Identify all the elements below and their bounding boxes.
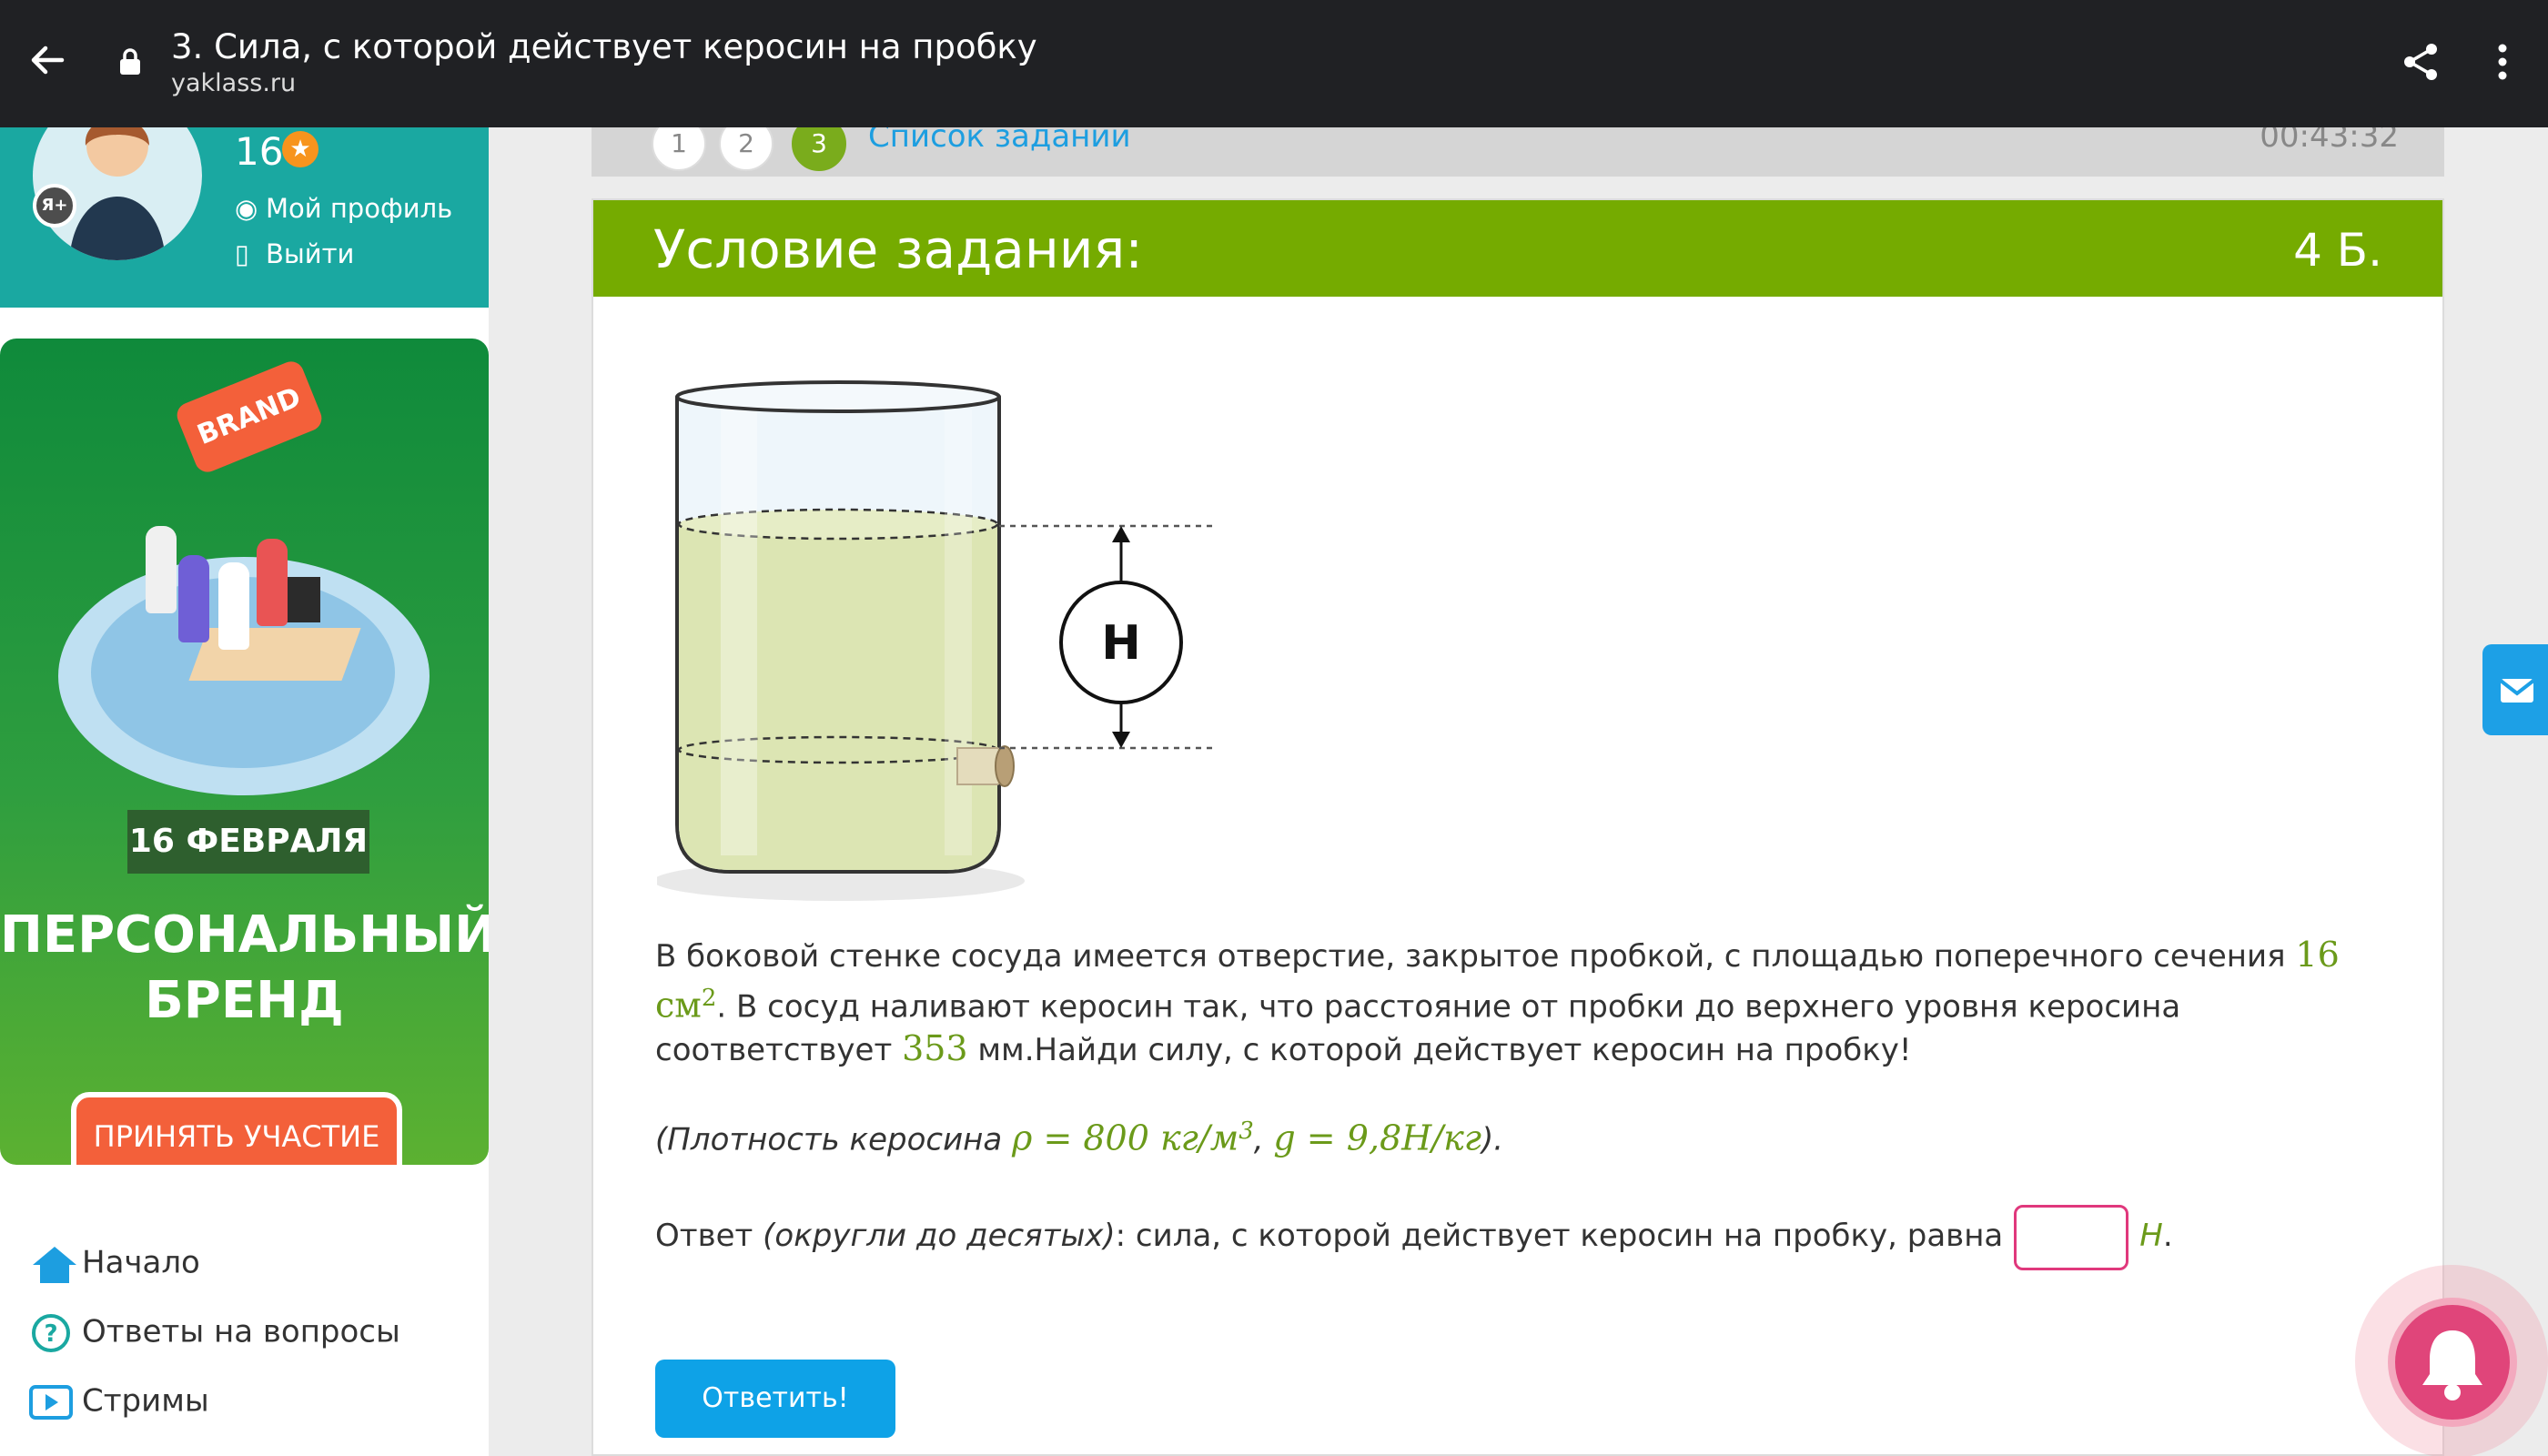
task-header: Условие задания: 4 Б. [593,200,2442,297]
lock-icon [120,48,140,75]
task-condition-title: Условие задания: [653,218,1143,280]
person-illustration [218,562,249,650]
brand-sign: BRAND [173,358,326,476]
height-label: H [1101,616,1141,671]
notification-button[interactable] [2388,1298,2517,1427]
constants-text: ). [1481,1121,1504,1158]
answer-label: : сила, с которой действует керосин на п… [1115,1218,2004,1254]
page-title: 3. Сила, с которой действует керосин на … [171,27,1037,66]
page-url: yaklass.ru [171,69,297,97]
problem-text: мм.Найди силу, с которой действует керос… [967,1032,1912,1069]
banner-headline: ПЕРСОНАЛЬНЫЙ БРЕНД [0,903,489,1034]
answer-label: Ответ [655,1218,763,1254]
person-illustration [257,539,288,626]
problem-statement: В боковой стенке сосуда имеется отверсти… [655,934,2366,1071]
task-points: 4 Б. [2293,224,2382,277]
home-icon [33,1247,76,1283]
cork-end [995,745,1015,787]
answer-input[interactable] [2014,1204,2129,1270]
task-navigation: 1 2 3 Список заданий 00:43:32 [592,116,2444,177]
gravity-value: g = 9,8Н/кг [1273,1117,1481,1158]
user-circle-icon: ◉ [235,193,258,224]
vessel-diagram: H [657,380,1212,901]
question-circle-icon: ? [32,1314,70,1352]
mail-icon [2499,679,2535,703]
my-profile-link[interactable]: ◉ Мой профиль [235,193,452,224]
vessel-highlight [721,410,757,855]
personal-brand-banner[interactable]: BRAND 16 ФЕВРАЛЯ ПЕРСОНАЛЬНЫЙ БРЕНД ПРИН… [0,339,489,1165]
vessel-rim [675,380,1001,413]
answer-row: Ответ (округли до десятых): сила, с кото… [655,1199,2366,1272]
sidebar: Я+ 16 ★ ◉ Мой профиль ▯ Выйти BRAND 16 ФЕВ… [0,91,489,1456]
banner-date: 16 ФЕВРАЛЯ [127,810,369,874]
points-value: 16 [235,129,284,174]
nav-item-home[interactable]: Начало [27,1243,200,1285]
star-icon: ★ [282,131,318,167]
rounding-hint: (округли до десятых) [763,1218,1116,1254]
yaklass-plus-badge: Я+ [33,184,76,228]
arrow-up-head [1112,526,1130,542]
banner-headline-line2: БРЕНД [145,971,344,1030]
play-video-icon [29,1385,73,1420]
area-exponent: 2 [701,985,717,1012]
density-value: ρ = 800 кг/м [1012,1117,1239,1158]
answer-unit-dot: . [2162,1218,2173,1254]
constants-text: (Плотность керосина [655,1121,1013,1158]
banner-headline-line1: ПЕРСОНАЛЬНЫЙ [0,905,489,965]
share-icon[interactable] [2399,40,2442,84]
person-illustration [146,526,177,613]
given-constants: (Плотность керосина ρ = 800 кг/м3, g = 9… [655,1110,2366,1160]
nav-item-streams-label: Стримы [82,1382,209,1420]
arrow-down-head [1112,732,1130,748]
nav-item-streams[interactable]: Стримы [27,1381,209,1423]
desk-illustration [188,628,361,681]
profile-panel: Я+ 16 ★ ◉ Мой профиль ▯ Выйти [0,91,489,308]
constants-text: , [1253,1121,1274,1158]
bell-icon [2422,1330,2482,1400]
distance-value: 353 [902,1028,968,1069]
logout-label: Выйти [266,238,355,269]
my-profile-label: Мой профиль [266,193,453,224]
task-card: Условие задания: 4 Б. H В боковой стенке… [592,198,2444,1456]
logout-door-icon: ▯ [235,238,249,269]
nav-item-answers[interactable]: ? Ответы на вопросы [27,1312,400,1354]
feedback-tab[interactable] [2482,644,2548,735]
browser-top-bar: 3. Сила, с которой действует керосин на … [0,0,2548,127]
logout-link[interactable]: ▯ Выйти [235,238,354,269]
back-arrow-icon[interactable] [25,38,69,82]
density-exponent: 3 [1239,1117,1254,1145]
vessel-highlight [945,410,972,855]
more-options-icon[interactable] [2489,40,2516,84]
answer-unit: Н [2139,1218,2163,1254]
nav-item-answers-label: Ответы на вопросы [82,1313,400,1350]
person-illustration [178,555,209,642]
participate-button[interactable]: ПРИНЯТЬ УЧАСТИЕ [71,1092,402,1165]
problem-text: В боковой стенке сосуда имеется отверсти… [655,938,2296,975]
submit-answer-button[interactable]: Ответить! [655,1360,895,1438]
svg-text:?: ? [44,1320,57,1348]
nav-item-home-label: Начало [82,1244,200,1281]
